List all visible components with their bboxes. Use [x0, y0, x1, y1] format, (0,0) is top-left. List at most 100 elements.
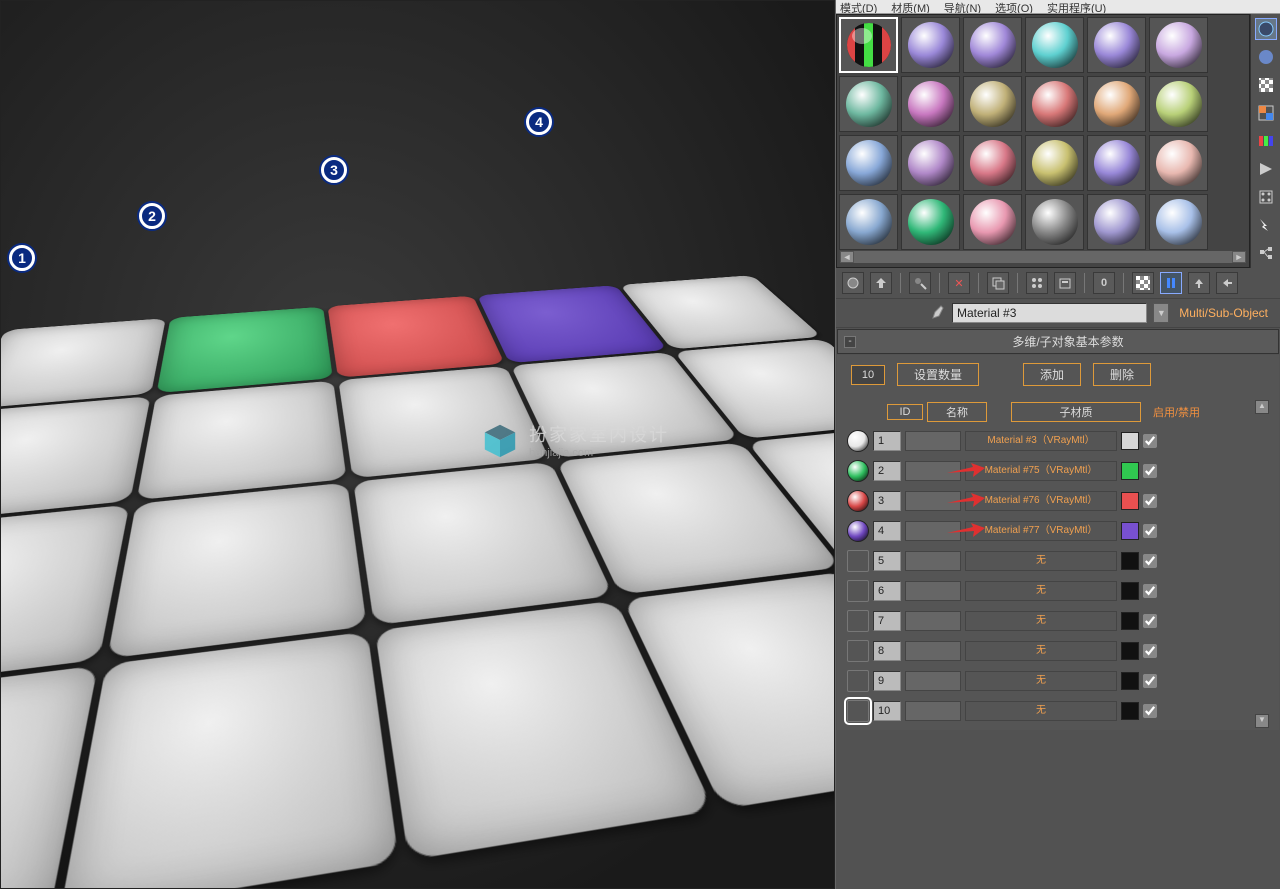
sub-sphere-icon[interactable] — [847, 640, 869, 662]
material-swatch[interactable] — [1149, 135, 1208, 191]
sub-material-button[interactable]: Material #3（VRayMtl） — [965, 431, 1117, 451]
material-swatch[interactable] — [1025, 194, 1084, 250]
scroll-left-icon[interactable]: ◄ — [840, 251, 854, 263]
viewport[interactable]: 1234 扮家家室内设计 banjiajia.com — [0, 0, 835, 889]
material-swatch[interactable] — [839, 135, 898, 191]
sub-name-field[interactable] — [905, 461, 961, 481]
put-to-library-icon[interactable] — [1054, 272, 1076, 294]
sub-id-field[interactable]: 5 — [873, 551, 901, 571]
sub-material-button[interactable]: Material #75（VRayMtl） — [965, 461, 1117, 481]
select-by-material-icon[interactable] — [1255, 214, 1277, 236]
sub-name-field[interactable] — [905, 521, 961, 541]
sub-name-field[interactable] — [905, 701, 961, 721]
sub-material-button[interactable]: Material #77（VRayMtl） — [965, 521, 1117, 541]
sub-name-field[interactable] — [905, 671, 961, 691]
count-spinner[interactable]: 10 — [851, 365, 885, 385]
make-preview-icon[interactable] — [1255, 158, 1277, 180]
sub-id-field[interactable]: 4 — [873, 521, 901, 541]
material-swatch[interactable] — [1087, 76, 1146, 132]
sub-enable-checkbox[interactable] — [1143, 494, 1157, 508]
sub-color-swatch[interactable] — [1121, 552, 1139, 570]
video-color-icon[interactable] — [1255, 130, 1277, 152]
sub-id-field[interactable]: 10 — [873, 701, 901, 721]
sub-material-button[interactable]: 无 — [965, 611, 1117, 631]
sub-material-button[interactable]: 无 — [965, 641, 1117, 661]
sub-material-button[interactable]: Material #76（VRayMtl） — [965, 491, 1117, 511]
sub-name-field[interactable] — [905, 581, 961, 601]
material-map-nav-icon[interactable] — [1255, 242, 1277, 264]
material-swatch[interactable] — [1149, 17, 1208, 73]
sub-id-field[interactable]: 3 — [873, 491, 901, 511]
show-end-result-icon[interactable] — [1160, 272, 1182, 294]
sub-enable-checkbox[interactable] — [1143, 644, 1157, 658]
sub-id-field[interactable]: 6 — [873, 581, 901, 601]
material-swatch[interactable] — [901, 76, 960, 132]
sub-sphere-icon[interactable] — [847, 550, 869, 572]
sub-material-button[interactable]: 无 — [965, 551, 1117, 571]
background-icon[interactable] — [1255, 74, 1277, 96]
sub-name-field[interactable] — [905, 551, 961, 571]
add-button[interactable]: 添加 — [1023, 363, 1081, 386]
material-swatch[interactable] — [1025, 17, 1084, 73]
material-swatch[interactable] — [1087, 135, 1146, 191]
sub-name-field[interactable] — [905, 491, 961, 511]
go-to-parent-icon[interactable] — [1188, 272, 1210, 294]
menu-item[interactable]: 导航(N) — [944, 0, 981, 13]
material-swatch[interactable] — [1025, 135, 1084, 191]
sub-enable-checkbox[interactable] — [1143, 584, 1157, 598]
sub-enable-checkbox[interactable] — [1143, 614, 1157, 628]
sub-color-swatch[interactable] — [1121, 522, 1139, 540]
backlight-icon[interactable] — [1255, 46, 1277, 68]
show-map-icon[interactable] — [1132, 272, 1154, 294]
assign-to-selection-icon[interactable] — [909, 272, 931, 294]
material-swatch[interactable] — [901, 135, 960, 191]
sub-name-field[interactable] — [905, 611, 961, 631]
sub-color-swatch[interactable] — [1121, 432, 1139, 450]
sub-sphere-icon[interactable] — [847, 580, 869, 602]
sub-enable-checkbox[interactable] — [1143, 554, 1157, 568]
sub-enable-checkbox[interactable] — [1143, 434, 1157, 448]
menu-item[interactable]: 材质(M) — [891, 0, 930, 13]
get-material-icon[interactable] — [842, 272, 864, 294]
material-name-input[interactable] — [952, 303, 1147, 323]
rollout-header[interactable]: - 多维/子对象基本参数 — [837, 329, 1279, 354]
sub-id-field[interactable]: 7 — [873, 611, 901, 631]
sub-sphere-icon[interactable] — [847, 610, 869, 632]
sub-name-field[interactable] — [905, 431, 961, 451]
sub-id-field[interactable]: 1 — [873, 431, 901, 451]
sub-sphere-icon[interactable] — [847, 490, 869, 512]
material-name-dropdown[interactable]: ▼ — [1153, 303, 1169, 323]
material-swatch[interactable] — [901, 194, 960, 250]
sub-color-swatch[interactable] — [1121, 462, 1139, 480]
menu-item[interactable]: 选项(O) — [995, 0, 1033, 13]
menu-item[interactable]: 模式(D) — [840, 0, 877, 13]
material-swatch[interactable] — [963, 17, 1022, 73]
sub-sphere-icon[interactable] — [847, 700, 869, 722]
sub-id-field[interactable]: 9 — [873, 671, 901, 691]
sub-enable-checkbox[interactable] — [1143, 524, 1157, 538]
material-swatch[interactable] — [963, 76, 1022, 132]
material-swatch[interactable] — [1149, 76, 1208, 132]
sub-color-swatch[interactable] — [1121, 702, 1139, 720]
material-swatch[interactable] — [1149, 194, 1208, 250]
sub-enable-checkbox[interactable] — [1143, 674, 1157, 688]
sub-sphere-icon[interactable] — [847, 430, 869, 452]
make-unique-icon[interactable] — [1026, 272, 1048, 294]
sub-color-swatch[interactable] — [1121, 672, 1139, 690]
material-swatch[interactable] — [901, 17, 960, 73]
menu-bar[interactable]: 模式(D) 材质(M) 导航(N) 选项(O) 实用程序(U) — [836, 0, 1280, 14]
sample-type-icon[interactable] — [1255, 18, 1277, 40]
eyedropper-icon[interactable] — [930, 305, 946, 321]
material-swatch[interactable] — [839, 76, 898, 132]
sub-name-field[interactable] — [905, 641, 961, 661]
options-icon[interactable] — [1255, 186, 1277, 208]
sub-color-swatch[interactable] — [1121, 642, 1139, 660]
put-to-scene-icon[interactable] — [870, 272, 892, 294]
set-count-button[interactable]: 设置数量 — [897, 363, 979, 386]
delete-button[interactable]: 删除 — [1093, 363, 1151, 386]
sub-sphere-icon[interactable] — [847, 460, 869, 482]
material-swatch[interactable] — [1087, 194, 1146, 250]
sub-color-swatch[interactable] — [1121, 492, 1139, 510]
material-swatch[interactable] — [1087, 17, 1146, 73]
sub-sphere-icon[interactable] — [847, 520, 869, 542]
